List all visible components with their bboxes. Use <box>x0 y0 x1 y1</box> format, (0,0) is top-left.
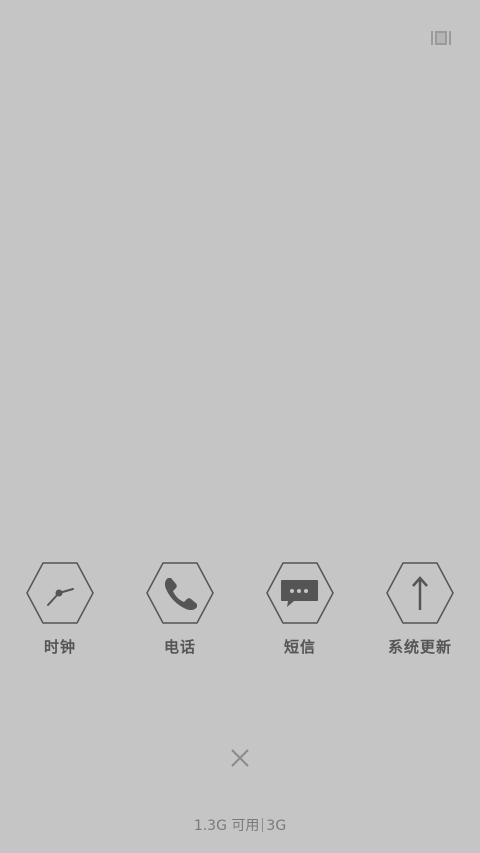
clock-icon <box>26 562 94 624</box>
app-clock[interactable]: 时钟 <box>10 562 110 662</box>
app-label: 时钟 <box>43 638 76 656</box>
message-icon <box>266 562 334 624</box>
app-messages[interactable]: 短信 <box>250 562 350 662</box>
memory-total: 3G <box>266 818 287 834</box>
recent-apps-screen: 时钟 电话 短信 系统更新 1.3G 可用 3G <box>0 0 480 853</box>
memory-info: 1.3G 可用 3G <box>0 815 480 835</box>
app-label: 系统更新 <box>387 638 452 656</box>
close-icon[interactable] <box>230 748 250 768</box>
app-label: 短信 <box>283 638 316 656</box>
memory-available: 1.3G 可用 <box>193 818 260 834</box>
app-system-update[interactable]: 系统更新 <box>370 562 470 662</box>
app-phone[interactable]: 电话 <box>130 562 230 662</box>
recent-apps-list-icon[interactable] <box>431 30 451 46</box>
app-label: 电话 <box>163 638 196 656</box>
memory-divider <box>262 818 264 832</box>
phone-icon <box>146 562 214 624</box>
recent-apps-row: 时钟 电话 短信 系统更新 <box>0 562 480 662</box>
arrow-up-icon <box>386 562 454 624</box>
